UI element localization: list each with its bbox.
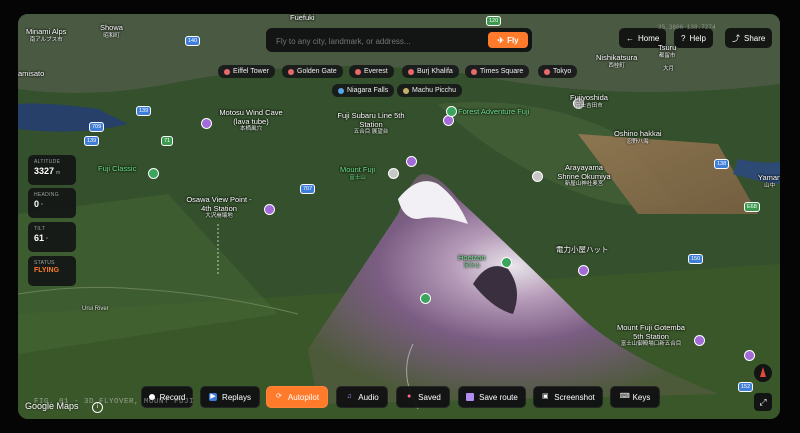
road-shield: 139 — [84, 136, 100, 146]
keyboard-icon: ⌨ — [619, 393, 630, 400]
road-shield: E68 — [744, 202, 760, 212]
quick-destination-golden-gate[interactable]: Golden Gate — [282, 65, 343, 78]
map-label-subaru: Fuji Subaru Line 5th Station 五合目 展望台 — [337, 111, 405, 136]
poi-pin-denryoku[interactable] — [578, 265, 589, 276]
compass-button[interactable] — [754, 364, 772, 382]
search-bar: ✈Fly — [266, 28, 532, 52]
map-label-fujiclassic: Fuji Classic — [98, 164, 137, 173]
landmark-icon — [355, 68, 361, 75]
poi-pin-east[interactable] — [744, 350, 755, 361]
poi-pin-gotemba[interactable] — [694, 335, 705, 346]
landmark-icon — [408, 68, 414, 75]
help-button[interactable]: ? Help — [674, 28, 713, 48]
landmark-icon — [403, 87, 409, 94]
arrow-left-icon: ← — [626, 33, 634, 43]
altitude-panel: ALTITUDE 3327 m — [28, 155, 76, 185]
terrain-3d-map[interactable] — [18, 14, 780, 419]
map-label-kamisato: amisato — [18, 69, 45, 78]
play-icon: ▶ — [209, 393, 218, 401]
poi-pin-fujiclassic[interactable] — [148, 168, 159, 179]
landmark-icon — [224, 68, 230, 75]
google-maps-logo: Google Maps — [25, 401, 79, 411]
waterfall-icon — [338, 87, 344, 94]
map-label-hoeizan: Hoeizan 宝永山 — [458, 253, 486, 269]
question-icon: ? — [681, 33, 686, 43]
info-icon[interactable]: i — [92, 402, 103, 413]
heading-panel: HEADING 0 ° — [28, 188, 76, 218]
road-shield: 120 — [486, 16, 502, 26]
landmark-icon — [288, 68, 294, 75]
map-label-mtfuji: Mount Fuji 富士山 — [340, 165, 376, 181]
road-shield: 138 — [714, 159, 730, 169]
road-shield: 140 — [185, 36, 201, 46]
map-label-minami-alps: Minami Alps 南アルプス市 — [26, 27, 67, 43]
plane-icon: ✈ — [497, 35, 505, 45]
fly-button[interactable]: ✈ Fly — [488, 32, 528, 48]
autopilot-button[interactable]: ⟳ Autopilot — [266, 386, 328, 408]
share-icon: ⤴ — [732, 33, 740, 43]
quick-destination-tokyo[interactable]: Tokyo — [538, 65, 578, 78]
road-shield: 707 — [300, 184, 316, 194]
map-label-denryoku: 電力小屋ハット — [556, 245, 609, 254]
map-label-motosu: Motosu Wind Cave (lava tube) 本栖風穴 — [219, 108, 283, 133]
search-input[interactable] — [274, 32, 478, 50]
road-shield: 152 — [738, 382, 754, 392]
compass-needle-icon — [760, 367, 766, 377]
map-label-otsuki: 大月 — [663, 66, 675, 72]
status-panel: STATUS FLYING — [28, 256, 76, 286]
map-viewport[interactable]: ✈Fly ←Home ?Help ⤴Share 35.3606 138.7274… — [18, 14, 780, 419]
pin-icon: ● — [407, 393, 412, 400]
map-label-nishikatsura: Nishikatsura 西桂町 — [596, 53, 638, 69]
map-label-oshino: Oshino hakkai 忍野八海 — [614, 129, 662, 145]
map-label-forest: Forest Adventure Fuji — [458, 107, 530, 116]
quick-destination-machu-picchu[interactable]: Machu Picchu — [397, 84, 462, 97]
fullscreen-button[interactable]: ⤢ — [754, 393, 772, 411]
map-label-osawa: Osawa View Point - 4th Station 大沢崩壊地 — [186, 195, 252, 220]
replays-button[interactable]: ▶ Replays — [200, 386, 260, 408]
save-route-button[interactable]: Save route — [458, 386, 526, 408]
map-label-fujiyoshida: Fujiyoshida 富士吉田市 — [570, 93, 608, 109]
save-icon — [466, 393, 475, 401]
road-shield: 139 — [136, 106, 152, 116]
map-label-urui: Urui River — [82, 306, 109, 312]
road-shield: 150 — [688, 254, 704, 264]
quick-destination-times-square[interactable]: Times Square — [465, 65, 530, 78]
quick-destination-burj-khalifa[interactable]: Burj Khalifa — [402, 65, 459, 78]
poi-pin-mtfuji[interactable] — [388, 168, 399, 179]
keys-button[interactable]: ⌨ Keys — [610, 386, 660, 408]
poi-pin-trail[interactable] — [420, 293, 431, 304]
screenshot-button[interactable]: ▣ Screenshot — [533, 386, 603, 408]
quick-destination-everest[interactable]: Everest — [349, 65, 394, 78]
road-shield: 71 — [161, 136, 174, 146]
poi-pin-hoeizan[interactable] — [501, 257, 512, 268]
map-label-yamanakako: Yaman 山中 — [758, 173, 780, 189]
map-label-gotemba: Mount Fuji Gotemba 5th Station 富士山御殿場口新五合… — [617, 323, 685, 348]
landmark-icon — [544, 68, 550, 75]
poi-pin-motosu[interactable] — [201, 118, 212, 129]
quick-destination-niagara-falls[interactable]: Niagara Falls — [332, 84, 395, 97]
music-note-icon: ♫ — [346, 393, 352, 400]
map-label-showa: Showa 昭和町 — [100, 23, 123, 39]
share-button[interactable]: ⤴ Share — [725, 28, 773, 48]
saved-button[interactable]: ● Saved — [396, 386, 450, 408]
camera-icon: ▣ — [541, 393, 549, 400]
map-label-fuefuki: Fuefuki — [290, 14, 315, 22]
map-label-arayayama: Arayayama Shrine Okumiya 新屋山神社奥宮 — [557, 163, 611, 188]
landmark-icon — [471, 68, 477, 75]
poi-pin-mtfuji-summit[interactable] — [406, 156, 417, 167]
quick-destination-eiffel-tower[interactable]: Eiffel Tower — [218, 65, 275, 78]
poi-pin-osawa[interactable] — [264, 204, 275, 215]
map-label-tsuru: Tsuru 都留市 — [658, 43, 677, 59]
tilt-panel: TILT 61 ° — [28, 222, 76, 252]
audio-button[interactable]: ♫ Audio — [336, 386, 388, 408]
road-shield: 709 — [89, 122, 105, 132]
coordinates-readout: 35.3606 138.7274 — [658, 24, 716, 31]
autopilot-icon: ⟳ — [275, 393, 282, 400]
expand-icon: ⤢ — [759, 397, 767, 407]
poi-pin-arayayama[interactable] — [532, 171, 543, 182]
poi-pin-forest[interactable] — [446, 106, 457, 117]
